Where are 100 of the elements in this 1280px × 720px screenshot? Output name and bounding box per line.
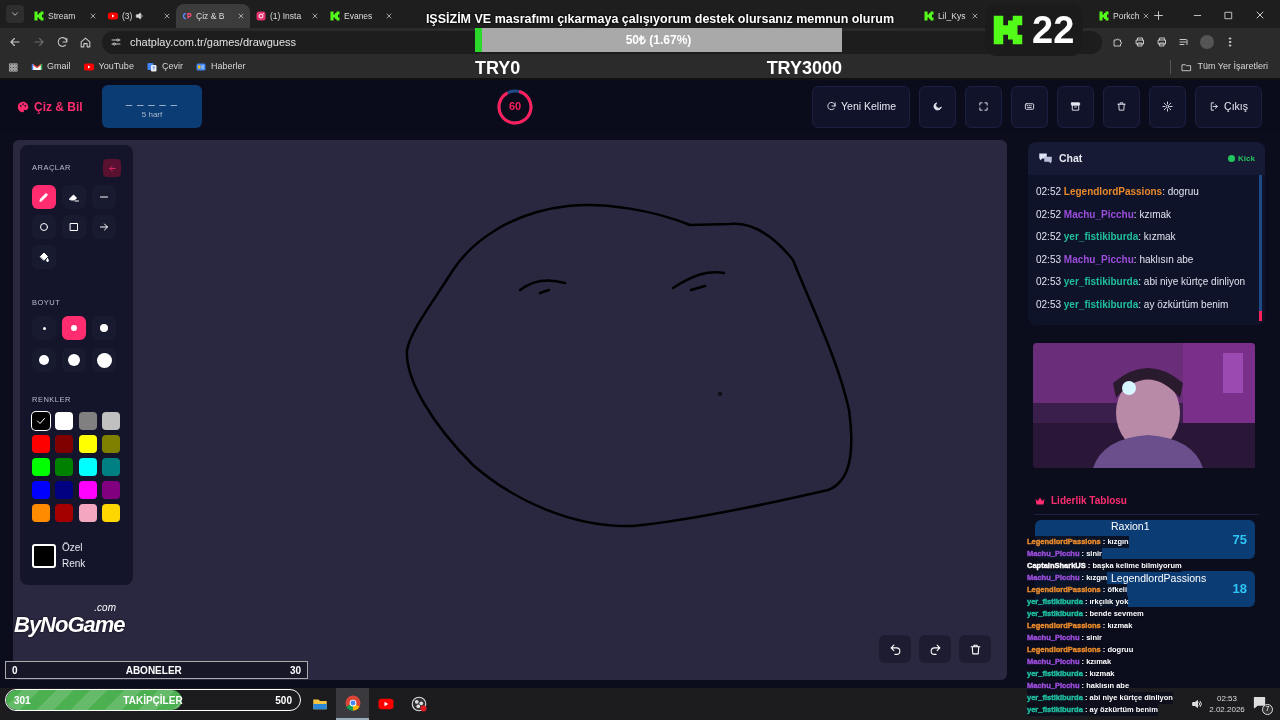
redo-button[interactable] [919,635,951,663]
bookmark-link[interactable]: Gmail [31,60,71,74]
browser-tab[interactable]: (1) Insta [250,4,324,28]
browser-tab[interactable]: Çiz & B [176,4,250,28]
color-swatch[interactable] [101,411,120,430]
color-swatch[interactable] [101,503,120,522]
close-icon[interactable] [971,12,979,20]
all-bookmarks-link[interactable]: Tüm Yer İşaretleri [1170,60,1272,74]
tool-button[interactable] [32,215,56,239]
browser-tab[interactable]: (3) [102,4,176,28]
archive-button[interactable] [1057,85,1095,128]
timer-ring [496,87,534,126]
volume-icon[interactable] [1191,698,1203,710]
pen-icon [38,191,50,203]
forward-icon[interactable] [32,35,46,49]
color-swatch[interactable] [78,434,97,453]
trash-icon [1116,101,1128,112]
color-swatch[interactable] [101,480,120,499]
brush-size-button[interactable] [92,348,116,373]
player-name: Raxion1 [1111,521,1150,531]
color-swatch[interactable] [78,503,97,522]
brush-size-button[interactable] [62,316,86,341]
tool-button[interactable] [32,185,56,209]
tool-button[interactable] [62,215,86,239]
reload-icon[interactable] [56,35,69,49]
leaderboard-title: Liderlik Tablosu [1051,494,1127,508]
color-swatch[interactable] [55,434,74,453]
brush-size-button[interactable] [92,316,116,341]
palette-icon [16,99,30,114]
color-swatch[interactable] [55,503,74,522]
tool-button[interactable] [62,185,86,209]
folder-icon [1181,61,1193,73]
color-swatch[interactable] [101,434,120,453]
trash-button[interactable] [959,635,991,663]
color-swatch[interactable] [55,457,74,476]
color-swatch[interactable] [78,411,97,430]
k-logo-icon [329,10,341,22]
browser-tab[interactable]: Porkch [1093,4,1145,28]
color-swatch[interactable] [55,480,74,499]
color-swatch[interactable] [78,480,97,499]
apps-icon[interactable] [8,61,19,73]
close-icon[interactable] [163,12,171,20]
k-logo-icon [1098,10,1110,22]
color-swatch[interactable] [32,457,50,476]
redo-icon [928,642,942,656]
color-swatch[interactable] [32,480,50,499]
undo-icon [888,642,902,656]
site-info-icon[interactable] [110,36,122,48]
header-button[interactable]: Yeni Kelime [812,85,911,128]
print-icon[interactable] [1156,36,1168,48]
news-icon [194,61,207,73]
browser-tab[interactable]: Lil_Kys [918,4,984,28]
subscriber-goal-bar: 0 ABONELER 30 [5,661,308,679]
fullscreen-button[interactable] [965,85,1003,128]
back-icon[interactable] [8,35,22,49]
browser-tab[interactable]: Stream [28,4,102,28]
taskbar-app[interactable] [336,688,369,720]
undo-button[interactable] [879,635,911,663]
brand-suffix: .com [94,603,116,613]
envelope-icon [31,61,43,73]
color-swatch[interactable] [32,434,50,453]
bookmark-link[interactable]: Haberler [194,60,246,74]
collapse-button[interactable] [103,159,121,177]
scrollbar[interactable] [1259,175,1262,321]
close-icon[interactable] [89,12,97,20]
close-icon[interactable] [1254,9,1266,21]
circle-icon [38,221,50,233]
tool-button[interactable] [32,245,56,269]
close-icon[interactable] [1142,12,1151,20]
bookmark-link[interactable]: YouTube [82,60,134,74]
chat-title: Chat [1059,150,1083,166]
custom-color-swatch[interactable] [32,543,56,568]
keyboard-icon [1024,101,1036,112]
translate-icon [145,61,158,73]
keyboard-button[interactable] [1011,85,1049,128]
print-icon[interactable] [1134,36,1146,48]
color-swatch[interactable] [32,411,50,430]
archive-icon [1070,101,1082,112]
obs-icon [409,695,428,713]
color-swatch[interactable] [32,503,50,522]
extension-icon[interactable] [1112,36,1124,48]
brush-size-button[interactable] [32,348,56,373]
brush-size-button[interactable] [62,348,86,373]
chat-message: 02:52 Machu_Picchu: kzımak [1036,207,1173,222]
close-icon[interactable] [385,12,393,20]
home-icon[interactable] [79,35,92,49]
chat-message: 02:53 yer_fistikiburda: abi niye kürtçe dinliyon [1036,275,1247,289]
playlist-icon[interactable] [1178,36,1190,48]
eraser-icon [68,191,80,203]
header-button[interactable]: Çıkış [1195,85,1262,128]
word-hint-card: _ _ _ _ _ 5 harf [102,85,202,128]
close-icon[interactable] [237,12,245,20]
close-icon[interactable] [311,12,319,20]
browser-tab[interactable]: Evanes [324,4,398,28]
restore-icon[interactable] [1223,9,1234,21]
color-swatch[interactable] [101,457,120,476]
clock[interactable]: 02:53 2.02.2026 [1208,693,1246,715]
color-swatch[interactable] [55,411,74,430]
color-swatch[interactable] [78,457,97,476]
bookmark-link[interactable]: Çevir [145,60,183,74]
